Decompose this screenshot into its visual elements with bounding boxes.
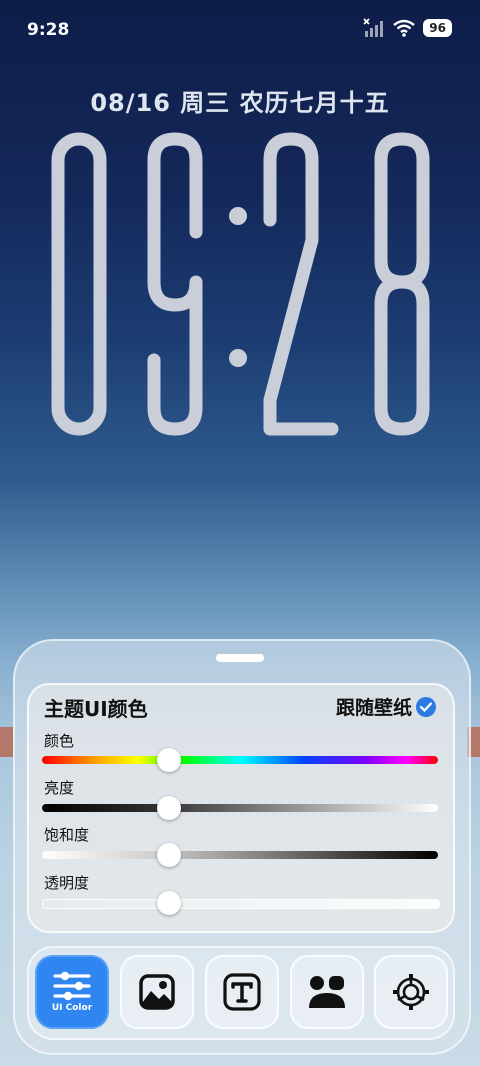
slider-track-color[interactable] bbox=[42, 756, 438, 764]
slider-knob-color[interactable] bbox=[156, 748, 181, 772]
gear-icon bbox=[393, 974, 429, 1010]
slider-label-brightness: 亮度 bbox=[44, 779, 75, 797]
text-icon bbox=[223, 973, 261, 1011]
toolbar-text-button[interactable] bbox=[205, 955, 279, 1029]
toolbar-ui-color-label: UI Color bbox=[51, 1003, 93, 1013]
status-icons: 96 bbox=[363, 18, 452, 38]
slider-track-brightness[interactable] bbox=[42, 804, 438, 812]
toolbar-widgets-button[interactable] bbox=[290, 955, 364, 1029]
slider-label-color: 颜色 bbox=[44, 732, 75, 750]
wallpaper-accent-left bbox=[0, 727, 13, 757]
slider-knob-transparency[interactable] bbox=[156, 891, 181, 915]
people-icon bbox=[309, 976, 345, 1008]
slider-track-transparency[interactable] bbox=[42, 899, 440, 909]
slider-knob-saturation[interactable] bbox=[156, 843, 181, 867]
signal-icon bbox=[363, 18, 384, 37]
card-title: 主题UI颜色 bbox=[44, 697, 148, 721]
checkmark-icon bbox=[416, 696, 436, 717]
image-icon bbox=[139, 974, 175, 1010]
slider-track-saturation[interactable] bbox=[42, 851, 438, 859]
toolbar-wallpaper-button[interactable] bbox=[120, 955, 194, 1029]
clock-colon bbox=[229, 207, 247, 367]
follow-wallpaper-label: 跟随壁纸 bbox=[335, 697, 412, 719]
battery-indicator: 96 bbox=[423, 19, 452, 37]
slider-label-transparency: 透明度 bbox=[44, 874, 90, 892]
slider-label-saturation: 饱和度 bbox=[44, 826, 90, 844]
clock-digit-9 bbox=[147, 132, 203, 436]
wifi-icon bbox=[393, 19, 416, 37]
clock-digit-2 bbox=[263, 132, 339, 436]
toolbar-ui-color-button[interactable]: UI Color bbox=[35, 955, 109, 1029]
status-time: 9:28 bbox=[27, 20, 70, 40]
lockscreen-clock bbox=[51, 132, 430, 436]
lockscreen-date: 08/16 周三 农历七月十五 bbox=[90, 89, 390, 117]
clock-digit-0 bbox=[51, 132, 107, 436]
sliders-icon bbox=[53, 971, 91, 1001]
slider-knob-brightness[interactable] bbox=[156, 796, 181, 820]
follow-wallpaper-toggle[interactable]: 跟随壁纸 bbox=[336, 693, 436, 720]
clock-digit-8 bbox=[374, 132, 430, 436]
toolbar-settings-button[interactable] bbox=[374, 955, 448, 1029]
status-bar: 9:28 96 bbox=[0, 0, 480, 60]
panel-drag-handle[interactable] bbox=[216, 654, 264, 662]
